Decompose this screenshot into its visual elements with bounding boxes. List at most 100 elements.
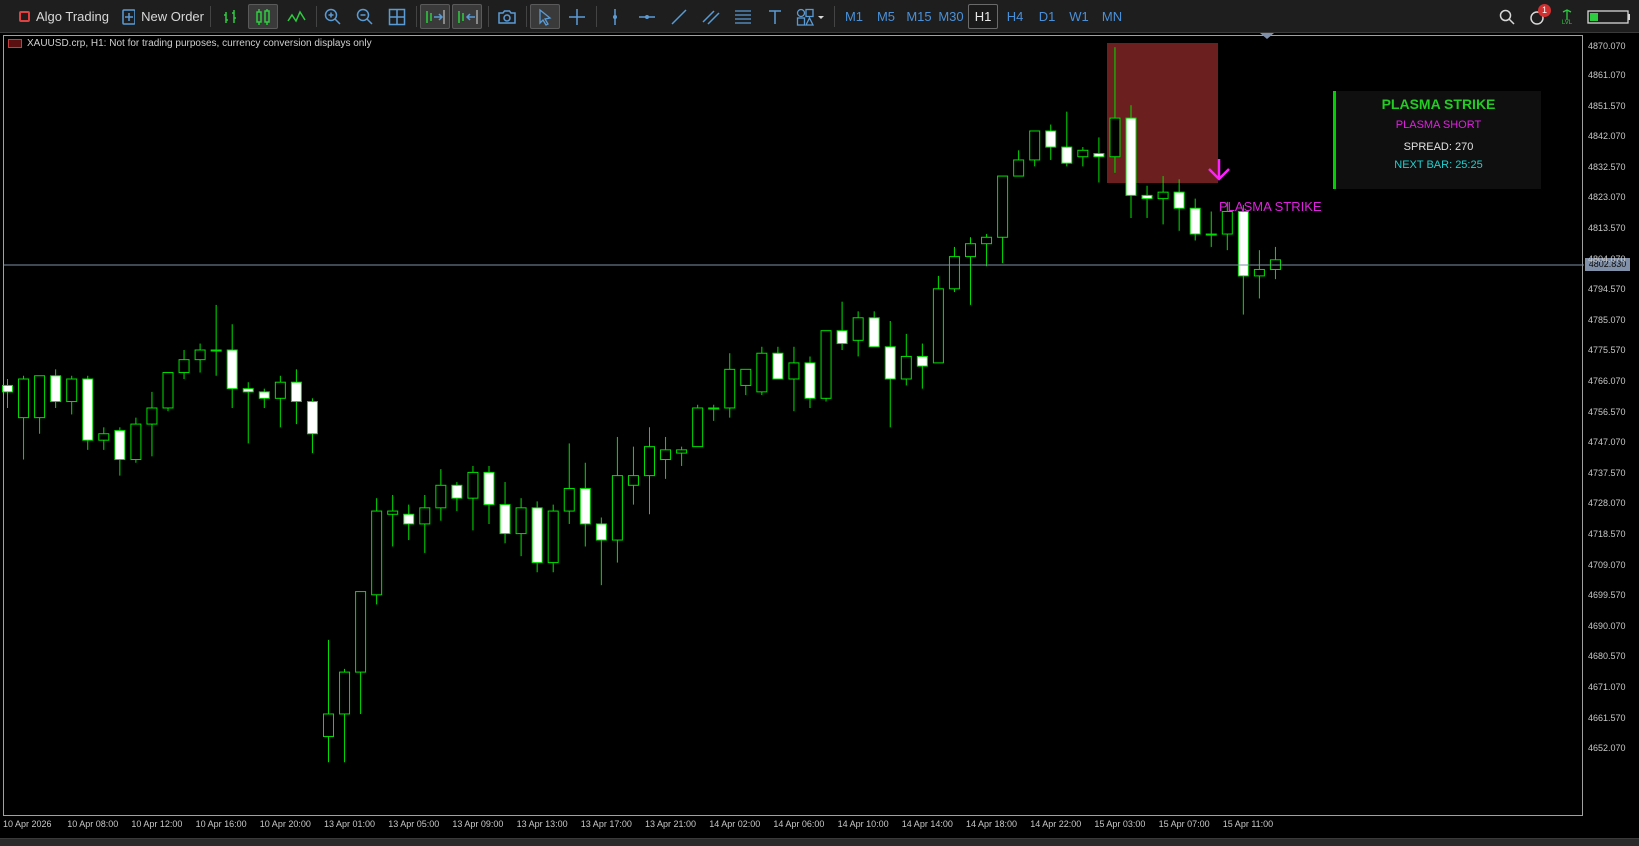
- candle: [1077, 147, 1089, 167]
- strike-label: PLASMA STRIKE: [1219, 199, 1322, 214]
- cursor-icon: [539, 8, 552, 26]
- chart-shift-button[interactable]: [452, 4, 482, 29]
- main-toolbar: Algo Trading New Order M1 M5 M15 M30 H1 …: [0, 0, 1639, 33]
- chart-tabs-bar[interactable]: [0, 838, 1639, 846]
- zoom-in-button[interactable]: [320, 4, 346, 29]
- candle: [274, 375, 286, 428]
- candle: [531, 501, 543, 573]
- candle: [403, 504, 415, 541]
- algo-trading-button[interactable]: Algo Trading: [18, 4, 110, 29]
- candle: [226, 324, 238, 408]
- vertical-line-tool-button[interactable]: [602, 4, 628, 29]
- y-tick-label: 4794.570: [1588, 284, 1626, 295]
- signal-strength-button[interactable]: LVL: [1556, 4, 1578, 29]
- crosshair-icon: [569, 8, 585, 25]
- candle: [724, 353, 736, 418]
- x-tick-label: 15 Apr 11:00: [1222, 819, 1274, 829]
- candle: [483, 465, 495, 524]
- candle: [563, 443, 575, 524]
- candle: [2, 378, 13, 408]
- candle: [644, 427, 655, 515]
- toolbar-separator: [596, 6, 597, 27]
- fibonacci-tool-button[interactable]: [730, 4, 756, 29]
- candle: [258, 388, 270, 408]
- candle: [50, 369, 62, 408]
- timeframe-mn[interactable]: MN: [1096, 4, 1128, 29]
- panel-next-bar: NEXT BAR: 25:25: [1394, 159, 1483, 171]
- notifications-button[interactable]: 1: [1524, 4, 1552, 29]
- antenna-icon: [1562, 8, 1572, 20]
- y-tick-label: 4671.070: [1588, 681, 1626, 692]
- candle: [387, 494, 399, 547]
- timeframe-m30[interactable]: M30: [935, 4, 967, 29]
- toolbar-separator: [210, 6, 211, 27]
- candle: [467, 465, 479, 531]
- line-chart-button[interactable]: [284, 4, 310, 29]
- text-tool-button[interactable]: [762, 4, 788, 29]
- x-tick-label: 15 Apr 03:00: [1094, 819, 1146, 829]
- x-tick-label: 14 Apr 18:00: [966, 819, 1018, 829]
- bar-chart-button[interactable]: [218, 4, 244, 29]
- y-tick-label: 4861.070: [1588, 69, 1626, 80]
- search-button[interactable]: [1494, 4, 1520, 29]
- chart-shift-icon: [458, 9, 478, 24]
- timeframe-h1[interactable]: H1: [968, 4, 998, 29]
- timeframe-m15[interactable]: M15: [903, 4, 935, 29]
- candle: [371, 498, 383, 605]
- fibonacci-icon: [735, 9, 751, 24]
- candle: [740, 368, 752, 396]
- candle: [66, 375, 78, 415]
- candle: [306, 398, 318, 454]
- candle: [1061, 111, 1073, 167]
- vertical-line-icon: [613, 8, 617, 25]
- crosshair-tool-button[interactable]: [564, 4, 590, 29]
- zoom-out-button[interactable]: [352, 4, 378, 29]
- candle: [948, 246, 960, 293]
- screenshot-button[interactable]: [494, 4, 520, 29]
- y-tick-label: 4851.570: [1588, 100, 1626, 111]
- candle: [82, 375, 94, 450]
- timeframe-w1[interactable]: W1: [1064, 4, 1094, 29]
- chart-window[interactable]: XAUUSD.crp, H1: Not for trading purposes…: [0, 33, 1639, 846]
- algo-trading-icon: [19, 11, 30, 22]
- signal-zone: [1107, 43, 1218, 183]
- autoscroll-button[interactable]: [420, 4, 450, 29]
- y-tick-label: 4728.070: [1588, 498, 1626, 509]
- toolbar-overflow-left[interactable]: [0, 4, 10, 29]
- timeframe-m5[interactable]: M5: [871, 4, 901, 29]
- search-icon: [1499, 9, 1515, 25]
- x-tick-label: 10 Apr 20:00: [259, 819, 311, 829]
- timeframe-d1[interactable]: D1: [1032, 4, 1062, 29]
- y-tick-label: 4813.570: [1588, 222, 1626, 233]
- candle: [18, 375, 30, 460]
- y-tick-label: 4823.070: [1588, 192, 1626, 203]
- timeframe-m1[interactable]: M1: [839, 4, 869, 29]
- candle: [130, 417, 142, 463]
- autoscroll-icon: [426, 9, 445, 24]
- candle: [595, 517, 607, 586]
- candle: [756, 346, 768, 396]
- candle: [852, 311, 864, 357]
- trendline-icon: [671, 8, 687, 25]
- shapes-tool-button[interactable]: [794, 4, 828, 29]
- candlestick-chart-button[interactable]: [248, 4, 278, 29]
- grid-button[interactable]: [384, 4, 410, 29]
- channel-tool-button[interactable]: [698, 4, 724, 29]
- candle: [579, 462, 591, 547]
- horizontal-line-tool-button[interactable]: [634, 4, 660, 29]
- panel-spread: SPREAD: 270: [1403, 141, 1474, 153]
- new-order-button[interactable]: New Order: [122, 4, 204, 29]
- candle: [820, 330, 832, 402]
- candle: [1205, 211, 1217, 247]
- x-tick-label: 13 Apr 09:00: [452, 819, 504, 829]
- candle: [34, 375, 46, 434]
- x-tick-label: 13 Apr 05:00: [388, 819, 440, 829]
- candle: [178, 350, 190, 379]
- x-tick-label: 15 Apr 07:00: [1158, 819, 1210, 829]
- cursor-tool-button[interactable]: [530, 4, 560, 29]
- timeframe-h4[interactable]: H4: [1000, 4, 1030, 29]
- y-tick-label: 4870.070: [1588, 41, 1626, 51]
- chart-shift-marker[interactable]: [1260, 33, 1274, 39]
- trendline-tool-button[interactable]: [666, 4, 692, 29]
- candle: [162, 372, 174, 412]
